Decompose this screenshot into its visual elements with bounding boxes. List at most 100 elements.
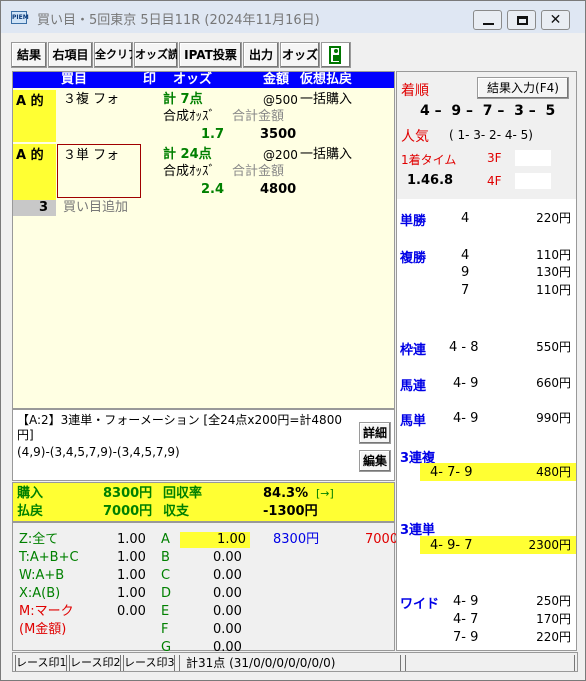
bet-method: 一括購入 (300, 147, 353, 162)
f4-value[interactable] (515, 173, 551, 189)
race-mark-tab-1[interactable]: レース印1 (15, 655, 67, 671)
arrival-2: 9 (451, 103, 462, 119)
status-extra (405, 655, 575, 671)
mark-value[interactable]: 0.00 (117, 604, 146, 620)
bet-mark[interactable]: A 的 (13, 90, 56, 142)
payout-amount: 990円 (499, 410, 573, 426)
mark-label: W:A+B (19, 568, 65, 583)
payout-amount: 2300円 (499, 537, 573, 553)
payout-amount: 660円 (499, 375, 573, 391)
detail-button[interactable]: 詳細 (359, 422, 391, 444)
rate-detail-button[interactable]: [→] (316, 486, 334, 502)
title-bar: PIEM 買い目・5回東京 5日目11R (2024年11月16日) ✕ (1, 1, 585, 33)
combo-odds: 1.7 (201, 127, 225, 142)
mark-key: F (161, 622, 169, 637)
minimize-button[interactable] (473, 10, 502, 30)
mark-key: G (161, 640, 172, 651)
ipat-vote-button[interactable]: IPAT投票 (179, 42, 242, 68)
first-time: 1.46.8 (407, 173, 454, 188)
close-button[interactable]: ✕ (541, 10, 570, 30)
mark-label: X:A(B) (19, 586, 61, 601)
col-odds: オッズ (173, 72, 213, 87)
maximize-icon (517, 16, 528, 25)
status-bar: レース印1 レース印2 レース印3 計31点 (31/0/0/0/0/0/0/0… (12, 652, 578, 672)
payout-combo: 9 (461, 265, 470, 280)
payout-tansho-label: 単勝 (400, 214, 427, 229)
payout-amount: 250円 (499, 593, 573, 609)
clear-all-button[interactable]: 全クリア (94, 42, 133, 68)
col-kaso: 仮想払戻 (300, 72, 353, 87)
mark-a-amount: 8300円 (273, 532, 320, 547)
bet-method: 一括購入 (300, 92, 353, 107)
maximize-button[interactable] (507, 10, 536, 30)
payout-amount: 110円 (499, 282, 573, 298)
payout-combo: 4- 9 (453, 594, 479, 609)
mark-key-value[interactable]: 0.00 (213, 604, 242, 620)
bet-type[interactable]: ３複 フォ (63, 92, 119, 108)
mark-key: D (161, 586, 172, 601)
mark-value[interactable]: 1.00 (117, 532, 146, 548)
col-kaime: 買目 (61, 72, 88, 87)
arrival-5: 5 (545, 103, 556, 119)
purchase-amount: 8300円 (103, 486, 153, 501)
app-icon: PIEM (11, 11, 29, 24)
mark-key-value[interactable]: 1.00 (180, 532, 250, 548)
race-mark-tab-3[interactable]: レース印3 (123, 655, 175, 671)
payout-amount: 130円 (499, 264, 573, 280)
mark-key: A (161, 532, 170, 547)
recovery-rate: 84.3% (263, 486, 309, 501)
bet-detail-area: 【A:2】3連単・フォーメーション [全24点x200円=計4800円] (4,… (12, 409, 395, 481)
race-result-header: 着順 結果入力(F4) 4 – 9 – 7 – 3 – 5 人気 ( 1- 3-… (397, 72, 576, 199)
payout-amount: 110円 (499, 247, 573, 263)
arrival-3: 7 (482, 103, 493, 119)
payout-amount: 480円 (499, 464, 573, 480)
detail-combination: (4,9)-(3,4,5,7,9)-(3,4,5,7,9) (17, 445, 180, 459)
result-button[interactable]: 結果 (11, 42, 47, 68)
mark-value[interactable]: 1.00 (117, 586, 146, 602)
output-button[interactable]: 出力 (243, 42, 279, 68)
bet-unit: @500 (263, 93, 298, 107)
mark-key-value[interactable]: 0.00 (213, 622, 242, 638)
popularity-label: 人気 (401, 129, 429, 145)
col-kingaku: 金額 (263, 72, 290, 87)
mark-key: C (161, 568, 171, 583)
odds-button[interactable]: オッズ (280, 42, 320, 68)
payout-amount: 220円 (499, 629, 573, 645)
add-bet-link[interactable]: 買い目追加 (63, 200, 128, 216)
mark-label: Z:全て (19, 532, 59, 547)
mark-key-value[interactable]: 0.00 (213, 586, 242, 602)
window-title: 買い目・5回東京 5日目11R (2024年11月16日) (37, 13, 320, 28)
total-amount-label: 合計金額 (232, 164, 285, 179)
bet-total: 計 24点 (163, 147, 212, 162)
arrival-order: 4 – 9 – 7 – 3 – 5 (420, 103, 556, 119)
recovery-rate-label: 回収率 (163, 486, 203, 501)
payout-combo: 4 (461, 248, 470, 263)
edit-button[interactable]: 編集 (359, 450, 391, 472)
right-item-button[interactable]: 右項目 (48, 42, 93, 68)
payout-combo: 7 (461, 283, 470, 298)
mark-amount-label: (M金額) (19, 622, 67, 637)
payout-label: 払戻 (17, 504, 44, 519)
payout-wakuren-label: 枠連 (400, 343, 427, 358)
balance-amount: -1300円 (263, 504, 318, 519)
result-input-button[interactable]: 結果入力(F4) (477, 77, 569, 99)
f3-value[interactable] (515, 150, 551, 166)
odds-read-button[interactable]: オッズ読 (134, 42, 178, 68)
mark-value[interactable]: 1.00 (117, 568, 146, 584)
mark-label: T:A+B+C (19, 550, 79, 565)
exit-button[interactable] (321, 42, 351, 68)
first-time-label: 1着タイム (401, 153, 457, 167)
payout-amount: 170円 (499, 611, 573, 627)
mark-value[interactable]: 1.00 (117, 550, 146, 566)
payout-combo: 7- 9 (453, 630, 479, 645)
payout-combo: 4- 9 (453, 411, 479, 426)
mark-key-value[interactable]: 0.00 (213, 568, 242, 584)
detail-description: 【A:2】3連単・フォーメーション [全24点x200円=計4800円] (17, 413, 342, 442)
minimize-icon (483, 23, 494, 25)
mark-label: M:マーク (19, 604, 74, 619)
bet-type[interactable]: ３単 フォ (57, 144, 141, 198)
mark-key-value[interactable]: 0.00 (213, 640, 242, 651)
race-mark-tab-2[interactable]: レース印2 (69, 655, 121, 671)
mark-key-value[interactable]: 0.00 (213, 550, 242, 566)
payout-fukusho-label: 複勝 (400, 251, 427, 266)
